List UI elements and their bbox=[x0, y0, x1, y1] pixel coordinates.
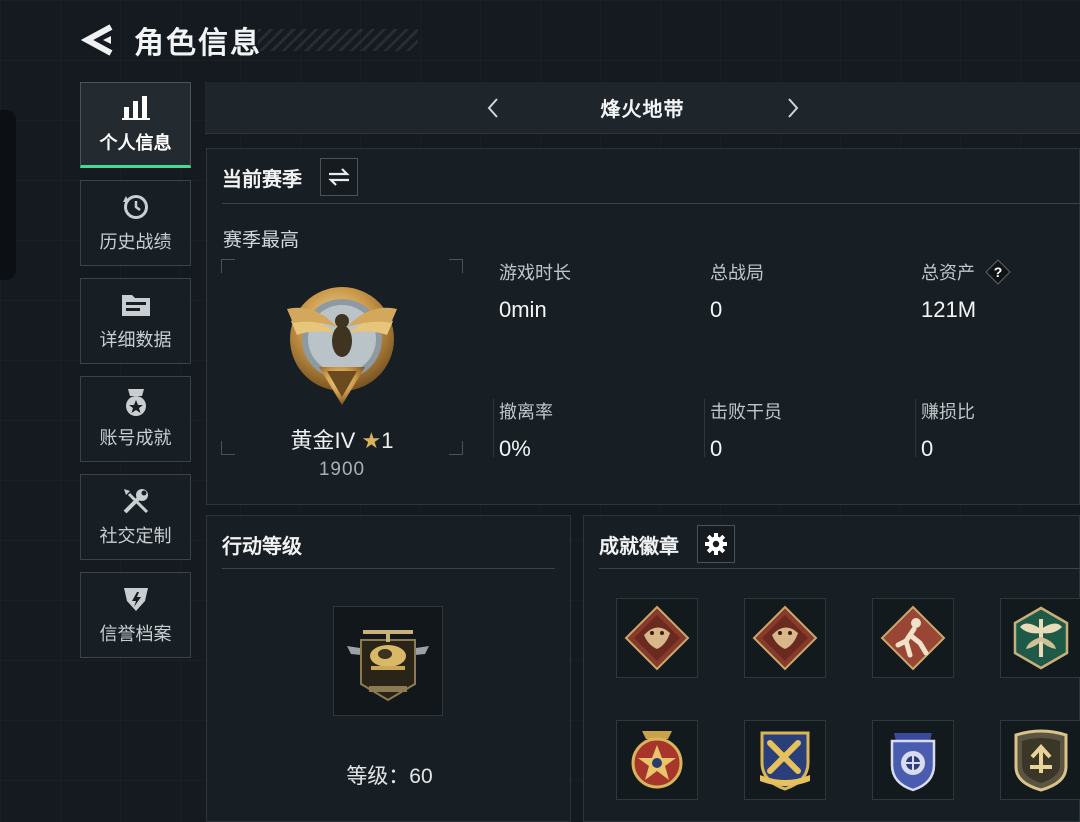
badge-slot-7[interactable] bbox=[872, 720, 954, 800]
season-panel-header: 当前赛季 bbox=[207, 149, 1079, 205]
police-badge-icon bbox=[890, 733, 936, 792]
sidebar-item-credit-record[interactable]: 信誉档案 bbox=[80, 572, 191, 658]
switch-season-button[interactable] bbox=[320, 158, 358, 196]
level-title: 行动等级 bbox=[222, 535, 302, 558]
sidebar-item-social-custom[interactable]: 社交定制 bbox=[80, 474, 191, 560]
stat-extraction-rate: 撤离率 0% bbox=[499, 398, 699, 462]
divider bbox=[599, 568, 1080, 569]
divider bbox=[222, 203, 1080, 204]
level-panel-header: 行动等级 bbox=[207, 516, 570, 572]
runner-badge-icon bbox=[880, 605, 946, 671]
level-value: 等级：60 bbox=[346, 765, 433, 788]
sidebar-item-personal-info[interactable]: 个人信息 bbox=[80, 82, 191, 168]
rank-frame: 黄金IV ★1 bbox=[221, 259, 463, 455]
mode-name: 烽火地带 bbox=[600, 99, 685, 121]
rank-score: 1900 bbox=[318, 459, 366, 480]
dragonfly-badge-icon bbox=[1013, 606, 1069, 670]
title-decoration bbox=[258, 29, 418, 51]
tools-icon bbox=[121, 486, 151, 516]
sidebar-item-label: 账号成就 bbox=[99, 428, 172, 448]
sidebar-item-label: 社交定制 bbox=[99, 526, 172, 546]
medal-icon bbox=[121, 388, 151, 418]
help-icon[interactable]: ? bbox=[985, 259, 1011, 285]
stat-label: 总战局 bbox=[710, 263, 764, 283]
gear-icon bbox=[705, 533, 727, 555]
dragon-badge-icon bbox=[624, 605, 690, 671]
stat-label: 击败干员 bbox=[710, 402, 782, 422]
chevron-right-icon[interactable] bbox=[775, 90, 811, 126]
badges-panel-header: 成就徽章 bbox=[584, 516, 1079, 572]
stat-operators-defeated: 击败干员 0 bbox=[710, 398, 910, 462]
divider bbox=[915, 399, 916, 457]
stat-label-text: 总资产 bbox=[921, 263, 975, 283]
stat-value: 0min bbox=[499, 297, 547, 322]
rank-stars: 1 bbox=[381, 428, 394, 453]
sidebar: 个人信息 历史战绩 详细数据 账号成就 社交定制 信誉档案 bbox=[80, 82, 191, 670]
stat-label: 游戏时长 bbox=[499, 263, 571, 283]
helicopter-level-emblem-icon bbox=[333, 606, 443, 716]
rank-tier: 黄金IV bbox=[290, 428, 356, 453]
badge-slot-2[interactable] bbox=[744, 598, 826, 678]
divider bbox=[704, 399, 705, 457]
left-edge-tab bbox=[0, 110, 16, 280]
star-icon: ★ bbox=[361, 428, 382, 453]
stat-total-assets: 总资产 ? 121M bbox=[921, 259, 1080, 323]
bar-chart-icon bbox=[121, 93, 151, 123]
chevron-left-icon[interactable] bbox=[475, 90, 511, 126]
season-title: 当前赛季 bbox=[222, 168, 302, 191]
badges-title: 成就徽章 bbox=[599, 535, 679, 558]
sidebar-item-label: 信誉档案 bbox=[99, 624, 172, 644]
stat-total-matches: 总战局 0 bbox=[710, 259, 910, 323]
badge-settings-button[interactable] bbox=[697, 525, 735, 563]
swap-arrows-icon bbox=[328, 168, 350, 186]
stat-value: 121M bbox=[921, 297, 977, 322]
divider bbox=[222, 568, 555, 569]
divider bbox=[493, 399, 494, 457]
page-header: 角色信息 bbox=[80, 18, 418, 62]
achievement-badges-panel: 成就徽章 bbox=[583, 515, 1080, 822]
folder-icon bbox=[121, 290, 151, 320]
arrow-shield-badge-icon bbox=[1014, 729, 1068, 792]
season-best-label: 赛季最高 bbox=[223, 230, 300, 251]
stat-label: 总资产 ? bbox=[921, 259, 1080, 285]
badge-slot-4[interactable] bbox=[1000, 598, 1080, 678]
sidebar-item-label: 历史战绩 bbox=[99, 232, 172, 252]
stat-profit-loss-ratio: 赚损比 0 bbox=[921, 398, 1080, 462]
dragon-badge-icon bbox=[752, 605, 818, 671]
rank-name: 黄金IV ★1 bbox=[221, 423, 463, 455]
page-title: 角色信息 bbox=[134, 27, 262, 60]
wrench-shield-badge-icon bbox=[760, 731, 810, 791]
sidebar-item-label: 详细数据 bbox=[99, 330, 172, 350]
back-arrow-icon[interactable] bbox=[80, 22, 116, 58]
sidebar-item-achievements[interactable]: 账号成就 bbox=[80, 376, 191, 462]
mode-selector: 烽火地带 bbox=[205, 82, 1080, 134]
badge-slot-5[interactable] bbox=[616, 720, 698, 800]
stat-value: 0 bbox=[710, 436, 723, 461]
history-clock-icon bbox=[121, 192, 151, 222]
stat-label: 赚损比 bbox=[921, 402, 975, 422]
star-medal-badge-icon bbox=[631, 731, 683, 789]
stat-play-time: 游戏时长 0min bbox=[499, 259, 699, 323]
badge-slot-6[interactable] bbox=[744, 720, 826, 800]
badge-slot-8[interactable] bbox=[1000, 720, 1080, 800]
sidebar-item-detailed-data[interactable]: 详细数据 bbox=[80, 278, 191, 364]
stat-value: 0 bbox=[921, 436, 934, 461]
action-level-panel: 行动等级 等级：60 bbox=[206, 515, 571, 822]
stat-value: 0% bbox=[499, 436, 531, 461]
svg-text:?: ? bbox=[994, 264, 1003, 280]
sidebar-item-label: 个人信息 bbox=[99, 133, 172, 153]
shield-icon bbox=[121, 584, 151, 614]
badge-slot-3[interactable] bbox=[872, 598, 954, 678]
badge-slot-1[interactable] bbox=[616, 598, 698, 678]
gold-rank-emblem-icon bbox=[283, 283, 401, 413]
stat-label: 撤离率 bbox=[499, 402, 553, 422]
season-panel: 当前赛季 赛季最高 黄金IV ★1 1900 游戏时长 0min 总战局 0 总… bbox=[206, 148, 1080, 505]
sidebar-item-history[interactable]: 历史战绩 bbox=[80, 180, 191, 266]
stat-value: 0 bbox=[710, 297, 723, 322]
